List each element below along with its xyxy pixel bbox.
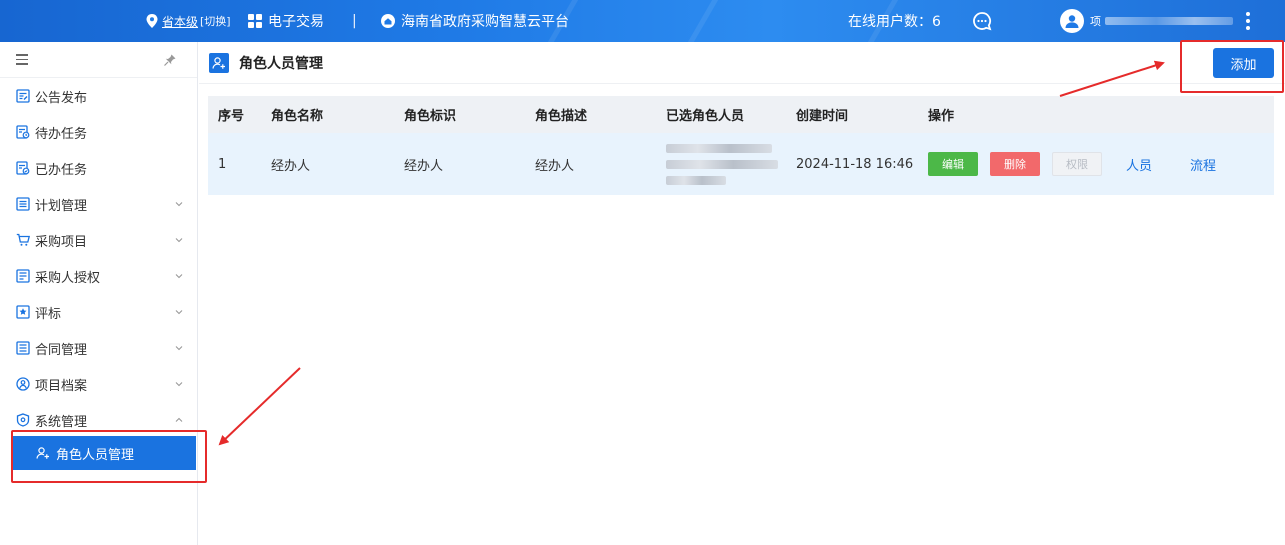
sidebar-item-archive[interactable]: 项目档案	[0, 366, 197, 402]
top-bar: 省本级 [切换] 电子交易 | 海南省政府采购智慧云平台 在线用户数：6 项	[0, 0, 1285, 42]
column-header: 角色标识	[404, 109, 457, 124]
sidebar-item-contract[interactable]: 合同管理	[0, 330, 197, 366]
platform-title: 海南省政府采购智慧云平台	[401, 14, 569, 30]
sidebar-item-todo[interactable]: 待办任务	[0, 114, 197, 150]
evaluation-icon	[16, 305, 30, 319]
edit-button[interactable]: 编辑	[928, 152, 978, 176]
avatar	[1060, 9, 1084, 33]
sidebar-item-plan[interactable]: 计划管理	[0, 186, 197, 222]
sidebar-item-label: 合同管理	[35, 342, 88, 358]
permission-button[interactable]: 权限	[1052, 152, 1102, 176]
annotation-highlight-add	[1180, 40, 1284, 93]
sidebar-header	[0, 42, 197, 78]
people-link[interactable]: 人员	[1126, 155, 1152, 174]
region-selector[interactable]: 省本级 [切换]	[146, 0, 231, 42]
column-header: 操作	[928, 109, 955, 124]
announcement-icon	[16, 89, 30, 103]
delete-button[interactable]: 删除	[990, 152, 1040, 176]
column-header: 角色名称	[271, 109, 324, 124]
table-header: 序号 角色名称 角色标识 角色描述 已选角色人员 创建时间 操作	[208, 96, 1274, 133]
column-header: 已选角色人员	[666, 109, 745, 124]
app-grid-icon	[248, 14, 262, 28]
authorization-icon	[16, 269, 30, 283]
chevron-down-icon	[175, 382, 183, 387]
sidebar-item-label: 系统管理	[35, 414, 88, 430]
system-label: 电子交易	[268, 14, 324, 30]
column-header: 序号	[218, 109, 245, 124]
sidebar-item-authorization[interactable]: 采购人授权	[0, 258, 197, 294]
sidebar-item-procurement[interactable]: 采购项目	[0, 222, 197, 258]
role-name-cell: 经办人	[271, 158, 311, 174]
actions-cell: 编辑 删除 权限 人员 流程	[918, 152, 1274, 176]
menu-toggle-icon[interactable]	[16, 54, 28, 65]
roles-table: 序号 角色名称 角色标识 角色描述 已选角色人员 创建时间 操作 1 经办人 经…	[208, 96, 1274, 195]
message-button[interactable]	[972, 0, 992, 42]
chat-bubble-icon	[973, 12, 992, 31]
region-switch-link[interactable]: [切换]	[200, 13, 231, 29]
column-header: 创建时间	[796, 109, 849, 124]
decorative-streak	[687, 0, 719, 42]
done-task-icon	[16, 161, 30, 175]
sidebar-item-announcement[interactable]: 公告发布	[0, 78, 197, 114]
redacted-user-list	[666, 143, 788, 185]
sidebar-item-label: 已办任务	[35, 162, 88, 178]
plan-icon	[16, 197, 30, 211]
user-name: 项	[1090, 15, 1101, 28]
contract-icon	[16, 341, 30, 355]
created-time-cell: 2024-11-18 16:46	[796, 156, 914, 172]
role-user-icon	[209, 52, 229, 73]
page-header: 角色人员管理	[199, 42, 1285, 84]
location-pin-icon	[146, 14, 158, 28]
platform-home[interactable]: 海南省政府采购智慧云平台	[381, 0, 569, 42]
more-menu-button[interactable]	[1246, 0, 1250, 42]
pin-icon[interactable]	[163, 53, 177, 67]
column-header: 角色描述	[535, 109, 588, 124]
sidebar-item-label: 采购项目	[35, 234, 88, 250]
annotation-arrow-menu	[218, 367, 301, 446]
archive-icon	[16, 377, 30, 391]
region-label[interactable]: 省本级	[162, 13, 198, 30]
home-icon	[381, 14, 395, 28]
user-menu[interactable]: 项	[1060, 0, 1233, 42]
chevron-down-icon	[175, 202, 183, 207]
redacted-user-name	[1105, 17, 1233, 25]
cart-icon	[16, 233, 30, 246]
annotation-highlight-menu	[11, 430, 207, 483]
sidebar-item-label: 计划管理	[35, 198, 88, 214]
topbar-separator: |	[352, 13, 357, 29]
todo-task-icon	[16, 125, 30, 139]
sidebar-item-label: 评标	[35, 306, 62, 322]
sidebar-item-evaluation[interactable]: 评标	[0, 294, 197, 330]
system-menu[interactable]: 电子交易	[248, 0, 324, 42]
chevron-down-icon	[175, 346, 183, 351]
role-id-cell: 经办人	[404, 158, 444, 174]
chevron-up-icon	[175, 417, 183, 422]
chevron-down-icon	[175, 238, 183, 243]
chevron-down-icon	[175, 310, 183, 315]
page-title: 角色人员管理	[239, 55, 323, 72]
system-icon	[16, 413, 30, 427]
user-avatar-icon	[1065, 15, 1079, 28]
row-index: 1	[218, 156, 227, 172]
selected-users-cell	[658, 143, 788, 185]
workflow-link[interactable]: 流程	[1190, 155, 1216, 174]
sidebar-item-label: 待办任务	[35, 126, 88, 142]
more-vertical-icon	[1246, 12, 1250, 30]
chevron-down-icon	[175, 274, 183, 279]
online-users-count: 在线用户数：6	[848, 14, 941, 30]
table-row: 1 经办人 经办人 经办人 2024-11-18 16:46 编辑 删除 权限 …	[208, 133, 1274, 195]
sidebar-item-label: 采购人授权	[35, 270, 101, 286]
sidebar-item-label: 公告发布	[35, 90, 88, 106]
sidebar-item-label: 项目档案	[35, 378, 88, 394]
role-desc-cell: 经办人	[535, 158, 575, 174]
sidebar-item-done[interactable]: 已办任务	[0, 150, 197, 186]
